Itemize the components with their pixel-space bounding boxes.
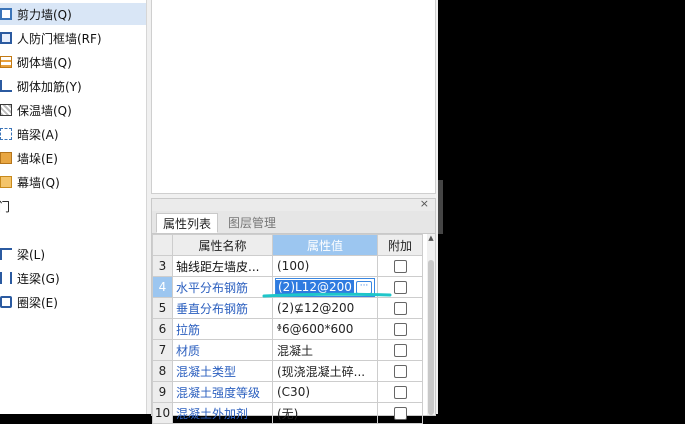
num-header [152,234,173,256]
property-name: 混凝土类型 [172,360,273,382]
property-value[interactable]: (2)⊈12@200 [272,297,378,319]
table-row[interactable]: 8 混凝土类型 (现浇混凝土碎... [152,360,423,382]
masonry-rebar-icon [0,80,12,92]
tree-item-label: 暗梁(A) [17,127,59,142]
add-checkbox[interactable] [393,323,407,336]
scroll-thumb[interactable] [428,260,434,415]
property-name: 材质 [172,339,273,361]
tree-item-hidden-beam[interactable]: 暗梁(A) [0,123,146,145]
property-value[interactable]: (100) [272,255,378,277]
add-cell [377,339,423,361]
add-cell [377,402,423,424]
wall-pier-icon [0,152,12,164]
tree-item-label: 保温墙(Q) [17,103,72,118]
property-name: 拉筋 [172,318,273,340]
door-frame-wall-icon [0,32,12,44]
property-value[interactable]: (现浇混凝土碎... [272,360,378,382]
component-tree: 剪力墙(Q) 人防门框墙(RF) 砌体墙(Q) 砌体加筋(Y) 保温墙(Q) 暗… [0,0,147,414]
row-number: 4 [152,276,173,298]
table-row[interactable]: 3 轴线距左墙皮... (100) [152,255,423,277]
tree-item-beam[interactable]: 梁(L) [0,243,146,265]
property-name: 轴线距左墙皮... [172,255,273,277]
add-cell [377,360,423,382]
tree-category-label[interactable]: 门 [0,198,10,215]
masonry-wall-icon [0,56,12,68]
panel-splitter-handle[interactable] [438,180,443,234]
add-cell [377,297,423,319]
add-checkbox[interactable] [393,260,407,273]
tree-item-label: 剪力墙(Q) [17,7,72,22]
row-number: 3 [152,255,173,277]
panel-tabs: 属性列表 图层管理 [152,211,435,234]
tree-item-label: 梁(L) [17,247,46,262]
name-header: 属性名称 [172,234,273,256]
add-checkbox[interactable] [393,344,407,357]
insulation-wall-icon [0,104,12,116]
tree-item-ring-beam[interactable]: 圈梁(E) [0,291,146,313]
tree-item-insulation-wall[interactable]: 保温墙(Q) [0,99,146,121]
add-cell [377,255,423,277]
hidden-beam-icon [0,128,12,140]
table-row[interactable]: 7 材质 混凝土 [152,339,423,361]
row-number: 5 [152,297,173,319]
table-row[interactable]: 5 垂直分布钢筋 (2)⊈12@200 [152,297,423,319]
tree-item-label: 砌体加筋(Y) [17,79,82,94]
add-checkbox[interactable] [393,281,407,294]
tree-item-curtain-wall[interactable]: 幕墙(Q) [0,171,146,193]
ring-beam-icon [0,296,12,308]
row-number: 7 [152,339,173,361]
property-panel: × 属性列表 图层管理 属性名称 属性值 附加 3 轴线距左墙皮... (100… [151,197,436,424]
close-icon[interactable]: × [420,197,429,210]
tree-item-label: 圈梁(E) [17,295,58,310]
tab-layer-management[interactable]: 图层管理 [222,213,282,233]
tree-item-masonry-rebar[interactable]: 砌体加筋(Y) [0,75,146,97]
tree-item-coupling-beam[interactable]: 连梁(G) [0,267,146,289]
property-value[interactable]: ᶲ6@600*600 [272,318,378,340]
table-row[interactable]: 10 混凝土外加剂 (无) [152,402,423,424]
shear-wall-icon [0,8,12,20]
row-number: 9 [152,381,173,403]
table-row[interactable]: 6 拉筋 ᶲ6@600*600 [152,318,423,340]
component-list-area[interactable] [151,0,436,194]
property-name: 垂直分布钢筋 [172,297,273,319]
row-number: 8 [152,360,173,382]
vertical-scrollbar[interactable]: ▲ [427,234,435,415]
property-name: 水平分布钢筋 [172,276,273,298]
curtain-wall-icon [0,176,12,188]
property-grid: 属性名称 属性值 附加 3 轴线距左墙皮... (100) 4 水平分布钢筋 (… [152,234,423,424]
add-checkbox[interactable] [393,365,407,378]
property-name: 混凝土外加剂 [172,402,273,424]
property-name: 混凝土强度等级 [172,381,273,403]
tree-item-shear-wall[interactable]: 剪力墙(Q) [0,3,146,25]
tree-item-wall-pier[interactable]: 墙垛(E) [0,147,146,169]
table-row[interactable]: 9 混凝土强度等级 (C30) [152,381,423,403]
panel-title-bar: × [152,197,435,211]
beam-icon [0,248,12,260]
row-number: 10 [152,402,173,424]
tree-item-label: 人防门框墙(RF) [17,31,102,46]
property-value[interactable]: 混凝土 [272,339,378,361]
tree-item-door-frame-wall[interactable]: 人防门框墙(RF) [0,27,146,49]
value-header: 属性值 [272,234,378,256]
property-value[interactable]: (C30) [272,381,378,403]
properties-area: × 属性列表 图层管理 属性名称 属性值 附加 3 轴线距左墙皮... (100… [147,0,438,424]
annotation-underline [262,292,392,298]
tree-item-masonry-wall[interactable]: 砌体墙(Q) [0,51,146,73]
coupling-beam-icon [0,272,12,284]
tree-item-label: 砌体墙(Q) [17,55,72,70]
add-header: 附加 [377,234,423,256]
tree-item-label: 连梁(G) [17,271,60,286]
row-number: 6 [152,318,173,340]
add-checkbox[interactable] [393,302,407,315]
tree-item-label: 幕墙(Q) [17,175,60,190]
tab-property-list[interactable]: 属性列表 [156,213,219,233]
scroll-up-icon[interactable]: ▲ [427,234,435,242]
tree-item-label: 墙垛(E) [17,151,58,166]
add-checkbox[interactable] [393,386,407,399]
add-cell [377,381,423,403]
grid-header-row: 属性名称 属性值 附加 [152,234,423,256]
add-cell [377,318,423,340]
property-value[interactable]: (无) [272,402,378,424]
